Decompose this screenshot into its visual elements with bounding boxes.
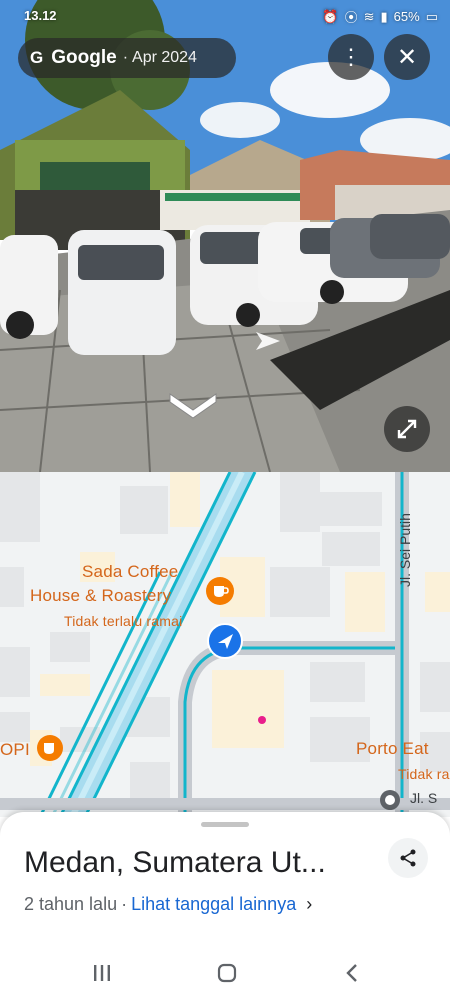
street-label-vertical: Jl. Sei Putih	[397, 513, 413, 587]
system-nav-bar	[0, 950, 450, 1000]
battery-icon: ▭	[425, 8, 438, 24]
imagery-date-pill[interactable]: G Google · Apr 2024	[18, 38, 236, 78]
street-label-bottom: Jl. S	[410, 790, 438, 806]
location-icon: ⦿	[344, 10, 358, 25]
poi-right-status: Tidak ra	[398, 766, 450, 782]
status-time: 13.12	[24, 8, 57, 23]
poi-name-line2[interactable]: House & Roastery	[30, 586, 171, 606]
share-icon	[400, 849, 416, 867]
see-more-dates-link[interactable]: Lihat tanggal lainnya	[131, 894, 296, 914]
close-icon: ✕	[396, 43, 418, 71]
share-button[interactable]	[388, 838, 428, 878]
imagery-info-line: 2 tahun lalu · Lihat tanggal lainnya ›	[24, 894, 312, 915]
poi-status: Tidak terlalu ramai	[64, 613, 183, 629]
imagery-separator: ·	[122, 49, 129, 66]
google-g-icon: G	[30, 48, 44, 67]
imagery-date: Apr 2024	[132, 49, 197, 66]
status-icons: ⏰ ⦿ ≋ ▮ 65% ▭	[322, 7, 438, 26]
place-sheet[interactable]: Medan, Sumatera Ut... 2 tahun lalu · Lihat…	[0, 812, 450, 950]
coffee-cup-icon[interactable]	[36, 734, 64, 762]
street-view-panorama[interactable]: 13.12 ⏰ ⦿ ≋ ▮ 65% ▭ G Google · Apr 2024 …	[0, 0, 450, 472]
chevron-down-icon[interactable]	[168, 388, 218, 420]
poi-name-line1[interactable]: Sada Coffee	[82, 562, 178, 582]
close-button[interactable]: ✕	[384, 34, 430, 80]
home-icon[interactable]	[216, 962, 238, 984]
map-view[interactable]: Sada Coffee House & Roastery Tidak terla…	[0, 472, 450, 817]
info-separator: ·	[121, 894, 128, 914]
imagery-age: 2 tahun lalu	[24, 894, 118, 914]
expand-button[interactable]	[384, 406, 430, 452]
alarm-icon: ⏰	[322, 8, 339, 24]
wifi-icon: ≋	[363, 8, 375, 24]
status-bar: 13.12 ⏰ ⦿ ≋ ▮ 65% ▭	[0, 0, 450, 34]
drag-handle[interactable]	[201, 822, 249, 827]
battery-level: 65%	[393, 9, 420, 24]
place-title: Medan, Sumatera Ut...	[24, 846, 326, 879]
signal-icon: ▮	[380, 8, 388, 24]
street-arrow-icon[interactable]	[254, 330, 282, 352]
more-options-button[interactable]: ⋮	[328, 34, 374, 80]
navigation-arrow-icon	[207, 623, 243, 659]
more-vert-icon: ⋮	[340, 44, 362, 69]
recent-apps-icon[interactable]	[92, 962, 112, 984]
poi-left-name[interactable]: OPI	[0, 740, 30, 760]
expand-icon	[397, 419, 417, 439]
poi-right-name[interactable]: Porto Eat	[356, 739, 429, 759]
coffee-cup-icon[interactable]	[205, 576, 235, 606]
chevron-right-icon[interactable]: ›	[306, 894, 312, 914]
google-brand: Google	[51, 47, 117, 68]
back-icon[interactable]	[344, 962, 360, 984]
street-view-marker-icon[interactable]	[378, 788, 402, 812]
